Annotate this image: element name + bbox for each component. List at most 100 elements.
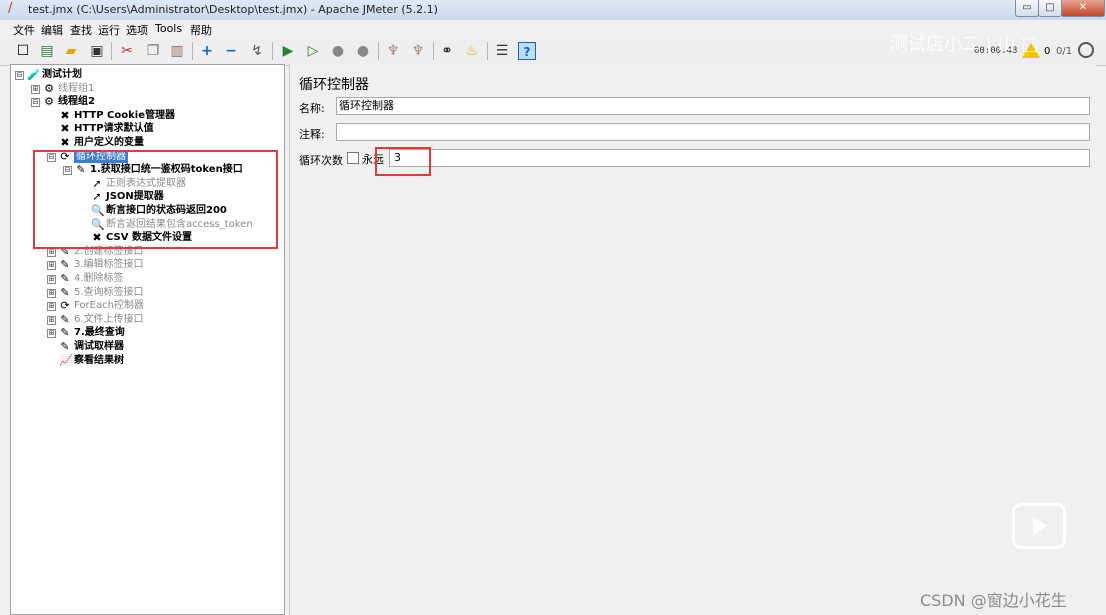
tree-expander-icon[interactable]: ⊞ [47, 288, 56, 298]
toolbar-separator [192, 42, 193, 60]
tree-node[interactable]: ✖ HTTP Cookie管理器 [11, 108, 281, 123]
tree-node[interactable]: ✖ 用户定义的变量 [11, 137, 281, 150]
tree-node-icon: ✎ [60, 326, 70, 340]
title-bar: / test.jmx (C:\Users\Administrator\Deskt… [0, 0, 1106, 20]
minimize-button[interactable]: ▭ [1015, 0, 1039, 17]
tree-expander-icon[interactable]: ⊟ [15, 71, 24, 80]
shutdown-icon[interactable]: ● [354, 42, 372, 60]
tree-expander-icon[interactable]: ⊞ [47, 329, 56, 339]
toolbar-separator [111, 42, 112, 60]
tree-node-icon: ⚙ [44, 81, 54, 95]
tree-expander-icon[interactable]: ⊞ [47, 261, 56, 271]
toolbar-separator [378, 42, 379, 60]
menu-tools[interactable]: Tools [155, 22, 182, 35]
tree-expander-icon[interactable]: ⊞ [31, 84, 40, 94]
tree-node-label: 5.查询标签接口 [74, 286, 144, 298]
tree-node-icon: ✎ [60, 312, 70, 326]
tree-node-icon: ✎ [60, 285, 70, 299]
reset-search-icon[interactable]: ♨ [463, 42, 481, 60]
window-title: test.jmx (C:\Users\Administrator\Desktop… [28, 3, 438, 16]
tree-node[interactable]: ⊞ ✎ 5.查询标签接口 [11, 285, 281, 300]
comment-label: 注释: [299, 128, 325, 141]
expand-icon[interactable]: + [198, 42, 216, 60]
clear-all-icon[interactable]: ♆ [409, 42, 427, 60]
tree-node-label: 3.编辑标签接口 [74, 259, 144, 271]
tree-expander-icon[interactable]: ⊞ [47, 315, 56, 325]
tree-node-label: 6.文件上传接口 [74, 313, 144, 325]
paste-icon[interactable]: ▥ [168, 42, 186, 60]
tree-node-icon: ✎ [60, 258, 70, 272]
tree-node[interactable]: ⊞ ⟳ ForEach控制器 [11, 300, 281, 313]
toolbar-separator [487, 42, 488, 60]
start-no-pause-icon[interactable]: ▷ [304, 42, 322, 60]
tree-node[interactable]: ⊞ ✎ 3.编辑标签接口 [11, 259, 281, 272]
copy-icon[interactable]: ❐ [144, 42, 162, 60]
tree-expander-icon[interactable]: ⊞ [47, 302, 56, 312]
menu-edit[interactable]: 编辑 [41, 22, 63, 38]
cut-icon[interactable]: ✂ [118, 42, 136, 60]
test-plan-tree[interactable]: ⊟ 🧪 测试计划 ⊞ ⚙ 线程组1 ⊟ ⚙ 线程组2 ✖ HTTP Cookie管理器 ✖ HTTP请求… [10, 64, 285, 615]
name-field[interactable]: 循环控制器 [336, 97, 1090, 115]
jmeter-feather-icon: / [8, 1, 13, 16]
new-icon[interactable]: ☐ [14, 42, 32, 60]
toggle-icon[interactable]: ↯ [248, 42, 266, 60]
tree-node[interactable]: ✎ 调试取样器 [11, 341, 281, 354]
menu-search[interactable]: 查找 [70, 22, 92, 38]
tree-node-label: 测试计划 [42, 69, 82, 80]
tree-node[interactable]: ✖ HTTP请求默认值 [11, 123, 281, 136]
comment-field[interactable] [336, 123, 1090, 141]
tree-expander-icon[interactable]: ⊞ [47, 275, 56, 284]
tree-node[interactable]: ⊞ ⚙ 线程组1 [11, 81, 281, 96]
toolbar-separator [433, 42, 434, 60]
function-helper-icon[interactable]: ☰ [493, 42, 511, 60]
tree-node-icon: 📈 [59, 353, 73, 367]
menu-run[interactable]: 运行 [98, 22, 120, 38]
collapse-icon[interactable]: − [222, 42, 240, 60]
tree-node-label: 察看结果树 [74, 354, 124, 366]
tree-node[interactable]: 📈 察看结果树 [11, 353, 281, 368]
tree-node-icon: ⚙ [44, 95, 54, 109]
tree-node[interactable]: ⊞ ✎ 4.删除标签 [11, 273, 281, 286]
tree-node-icon: ✖ [60, 136, 70, 149]
remote-globe-icon[interactable] [1078, 42, 1094, 58]
forever-checkbox[interactable] [347, 152, 359, 164]
tree-expander-icon[interactable]: ⊟ [31, 98, 40, 108]
tree-node[interactable]: ⊞ ✎ 6.文件上传接口 [11, 312, 281, 327]
tree-node-label: HTTP请求默认值 [74, 123, 154, 135]
close-button[interactable]: ✕ [1061, 0, 1105, 17]
tree-node-label: ForEach控制器 [74, 300, 144, 312]
menu-help[interactable]: 帮助 [190, 22, 212, 38]
tree-node-icon: ✎ [60, 272, 70, 285]
help-icon[interactable]: ? [518, 42, 536, 60]
panel-title: 循环控制器 [299, 77, 369, 93]
save-icon[interactable]: ▣ [88, 42, 106, 60]
tree-node[interactable]: ⊟ 🧪 测试计划 [11, 69, 281, 82]
menu-options[interactable]: 选项 [126, 22, 148, 38]
annotation-highlight-tree [33, 150, 278, 249]
tree-node[interactable]: ⊞ ✎ 7.最终查询 [11, 327, 281, 340]
active-threads: 0/1 [1056, 46, 1073, 57]
open-icon[interactable]: ▰ [62, 42, 80, 60]
tree-node-label: 用户定义的变量 [74, 137, 144, 148]
tree-node-label: 7.最终查询 [74, 327, 125, 339]
search-icon[interactable]: ⚭ [438, 42, 456, 60]
maximize-button[interactable]: □ [1038, 0, 1062, 17]
tree-node-icon: ✖ [60, 108, 70, 122]
loop-count-label: 循环次数 [299, 154, 343, 167]
video-play-icon [1012, 503, 1066, 549]
menu-file[interactable]: 文件 [13, 22, 35, 38]
tree-node-label: 线程组2 [58, 96, 95, 108]
video-watermark-bottom: CSDN @窗边小花生 [920, 591, 1067, 610]
tree-node-label: HTTP Cookie管理器 [74, 109, 175, 121]
clear-icon[interactable]: ♆ [384, 42, 402, 60]
tree-expander-icon[interactable]: ⊞ [47, 247, 56, 257]
tree-node-icon: ✎ [60, 340, 70, 353]
tree-node[interactable]: ⊟ ⚙ 线程组2 [11, 96, 281, 109]
toolbar-separator [272, 42, 273, 60]
stop-icon[interactable]: ● [329, 42, 347, 60]
templates-icon[interactable]: ▤ [38, 42, 56, 60]
tree-node-label: 调试取样器 [74, 341, 124, 352]
start-icon[interactable]: ▶ [279, 42, 297, 60]
name-label: 名称: [299, 102, 325, 115]
loop-count-input[interactable]: 3 [389, 149, 1090, 167]
